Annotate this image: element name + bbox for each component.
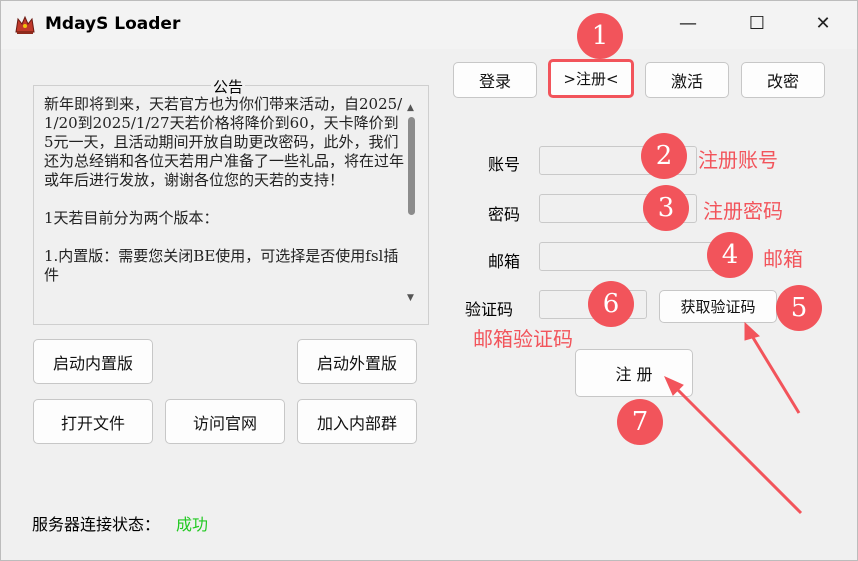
- arrow-to-get-code: [747, 330, 801, 414]
- notice-title: 公告: [211, 76, 246, 97]
- maximize-button[interactable]: ☐: [734, 1, 780, 45]
- join-group-button[interactable]: 加入内部群: [297, 399, 417, 444]
- annotation-register-account: 注册账号: [698, 148, 778, 172]
- badge-7: 7: [617, 399, 663, 445]
- window-title: MdayS Loader: [45, 14, 181, 34]
- scroll-down-icon[interactable]: ▼: [407, 293, 414, 303]
- app-window: MdayS Loader — ☐ ✕ 登录 >注册< 激活 改密 公告 新年即将…: [0, 0, 858, 561]
- arrow-to-register: [672, 384, 803, 515]
- notice-scrollbar-thumb[interactable]: [408, 117, 415, 215]
- app-logo-icon: [15, 15, 35, 34]
- close-button[interactable]: ✕: [800, 1, 846, 45]
- launch-internal-button[interactable]: 启动内置版: [33, 339, 153, 384]
- badge-4: 4: [707, 232, 753, 278]
- close-icon: ✕: [815, 12, 831, 34]
- annotation-register-password: 注册密码: [703, 199, 783, 223]
- notice-text: 新年即将到来，天若官方也为你们带来活动，自2025/1/20到2025/1/27…: [44, 95, 404, 284]
- email-input[interactable]: [539, 242, 729, 271]
- account-label: 账号: [488, 155, 521, 174]
- open-file-button[interactable]: 打开文件: [33, 399, 153, 444]
- tab-change-password[interactable]: 改密: [741, 62, 825, 98]
- maximize-icon: ☐: [748, 12, 766, 34]
- get-code-button[interactable]: 获取验证码: [659, 290, 777, 323]
- annotation-email-code: 邮箱验证码: [473, 327, 573, 351]
- badge-1: 1: [577, 13, 623, 59]
- code-label: 验证码: [465, 300, 514, 319]
- register-button[interactable]: 注 册: [575, 349, 693, 397]
- tab-register[interactable]: >注册<: [548, 59, 634, 98]
- minimize-icon: —: [679, 12, 697, 34]
- badge-6: 6: [588, 281, 634, 327]
- minimize-button[interactable]: —: [665, 1, 711, 45]
- email-label: 邮箱: [488, 252, 521, 271]
- scroll-up-icon[interactable]: ▲: [407, 103, 414, 113]
- tab-activate[interactable]: 激活: [645, 62, 729, 98]
- badge-2: 2: [641, 133, 687, 179]
- launch-external-button[interactable]: 启动外置版: [297, 339, 417, 384]
- server-status-value: 成功: [176, 515, 209, 534]
- badge-3: 3: [643, 185, 689, 231]
- visit-site-button[interactable]: 访问官网: [165, 399, 285, 444]
- title-bar: MdayS Loader — ☐ ✕: [1, 1, 857, 49]
- arrow-head-get-code: [744, 321, 760, 341]
- badge-5: 5: [776, 285, 822, 331]
- annotation-email: 邮箱: [763, 247, 803, 271]
- tab-login[interactable]: 登录: [453, 62, 537, 98]
- password-label: 密码: [488, 205, 521, 224]
- server-status-label: 服务器连接状态：: [32, 515, 161, 534]
